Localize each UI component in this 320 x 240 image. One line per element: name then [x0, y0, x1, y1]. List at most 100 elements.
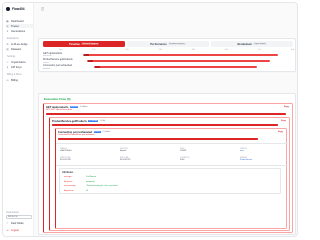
span-duration: 6.9s	[279, 132, 283, 134]
logout-icon: ⇥	[6, 229, 9, 232]
span-kind-badge: INTERNAL	[88, 119, 99, 123]
detail-value: 09:14:22.318	[60, 159, 71, 162]
divider	[56, 143, 288, 144]
span-header: ProductService.getProducts INTERNAL 1 ch…	[52, 120, 105, 123]
span-error-text: HTTP 500 · Internal Server Error	[46, 109, 73, 111]
timeline-row[interactable]: GET /api/products http.server Error	[43, 52, 293, 58]
detail-value: 6.89s	[180, 159, 185, 162]
generations-icon: ✦	[6, 29, 9, 33]
moon-icon: ☾	[6, 222, 9, 225]
axis-tick-label: 3.6s	[158, 49, 162, 51]
detail-value: a3f8c21d90e4	[60, 150, 72, 153]
axis-tick-label: 1.2s	[92, 49, 96, 51]
divider	[56, 165, 288, 166]
span-status: Error 8.2s	[284, 106, 289, 111]
attribute-key: error.type	[64, 176, 72, 178]
axis-tick-label: 4.8s	[191, 49, 195, 51]
logout-button[interactable]: ⇥ Logout	[6, 229, 19, 232]
axis-tick-label: 7.2s	[257, 49, 262, 51]
time-axis: 0ms 1.2s 2.4s 3.6s 4.8s 6.0s 7.2s 8.4s	[59, 49, 294, 51]
sidebar-item-label: LLM-as-Judge	[11, 42, 28, 46]
axis-tick-label: 0ms	[59, 49, 63, 51]
span-status: Error 7.7s	[281, 120, 286, 125]
logo-icon	[6, 7, 10, 11]
sidebar-item-label: Organization	[11, 60, 26, 64]
execution-flow-title: Execution Flow (3)	[44, 97, 71, 101]
sidebar-item-datasets[interactable]: ▤ Datasets	[6, 47, 33, 51]
detail-value: CLIENT	[180, 150, 187, 153]
timeline-bar[interactable]	[83, 53, 279, 56]
timeline-card: Timeline Waterfall diagram Performance D…	[38, 38, 296, 72]
sidebar-item-organization[interactable]: ⌂ Organization	[6, 60, 33, 64]
tab-timeline[interactable]: Timeline Waterfall diagram	[43, 41, 125, 47]
brand[interactable]: Flow404	[6, 7, 25, 11]
span-duration-bar	[52, 124, 278, 126]
tab-breakdown[interactable]: Breakdown Span details	[211, 41, 293, 47]
detail-status: STATUS error	[240, 148, 247, 152]
attribute-row: error.type PoolTimeout	[64, 176, 96, 178]
attribute-row: db.pool.size 20	[64, 190, 88, 192]
sidebar-item-label: Billing	[11, 78, 18, 82]
sidebar-item-label: Datasets	[11, 47, 22, 51]
sidebar-section-title: Evaluations	[7, 38, 19, 40]
timeline-bar-tag: Error	[94, 65, 100, 69]
judge-icon: ⚖	[6, 42, 9, 46]
billing-icon: ▭	[6, 78, 9, 82]
span-status: Error 6.9s	[278, 131, 283, 136]
org-label: Organization	[6, 212, 20, 214]
detail-span-id: SPAN ID a3f8c21d90e4	[60, 148, 71, 152]
main-content: Timeline Waterfall diagram Performance D…	[34, 3, 297, 236]
detail-value: db-pool	[120, 150, 126, 153]
detail-parent: PARENT ProductService	[240, 157, 252, 161]
sidebar-item-api-keys[interactable]: ⚷ API Keys	[6, 65, 33, 69]
sidebar-item-llm-as-judge[interactable]: ⚖ LLM-as-Judge	[6, 42, 33, 46]
timeline-bar[interactable]	[93, 66, 258, 69]
tab-label: Breakdown	[237, 42, 252, 46]
sidebar-item-generations[interactable]: ✦ Generations	[6, 29, 33, 33]
sidebar-section-title: Settings	[7, 56, 16, 58]
span-children-count: 3 children	[79, 106, 88, 108]
sidebar-item-label: Generations	[11, 29, 26, 33]
sidebar: Flow404 ▦ Dashboard ≋ Traces ✦ Generations Eva…	[3, 3, 34, 236]
sidebar-section-title: Billing & Plans	[7, 74, 22, 76]
attribute-value: 20	[86, 189, 88, 192]
attribute-value: postgresql	[86, 180, 95, 183]
app-window: Flow404 ▦ Dashboard ≋ Traces ✦ Generations Eva…	[2, 2, 298, 237]
attribute-value: PoolTimeout	[86, 176, 97, 178]
dark-mode-label: Dark Mode	[11, 222, 24, 225]
timeline-row[interactable]: ProductService.getProducts service Error	[43, 59, 293, 64]
sidebar-item-traces[interactable]: ≋ Traces	[6, 24, 33, 28]
traces-icon: ≋	[6, 24, 9, 28]
span-duration-bar	[46, 113, 286, 115]
timeline-row-sub: database	[43, 67, 51, 70]
span-kind-badge: CLIENT	[93, 130, 102, 134]
attribute-key: db.system	[64, 180, 73, 183]
timeline-row-sub: service	[43, 61, 49, 64]
organization-icon: ⌂	[6, 60, 9, 64]
dashboard-icon: ▦	[6, 19, 9, 23]
axis-tick-label: 6.0s	[224, 49, 229, 51]
logout-label: Logout	[11, 229, 19, 232]
execution-flow-panel: Execution Flow (3) GET /api/products SER…	[38, 93, 296, 235]
sidebar-item-label: Dashboard	[11, 19, 24, 23]
span-name: ProductService.getProducts	[52, 119, 87, 123]
span-duration-bar	[58, 138, 258, 140]
detail-value: ProductService	[240, 159, 253, 162]
brand-name: Flow404	[12, 7, 25, 11]
tab-performance[interactable]: Performance Duration analysis	[127, 41, 209, 47]
attribute-key: db.pool.size	[64, 189, 74, 192]
tab-sub: Waterfall diagram	[81, 43, 99, 45]
sidebar-item-dashboard[interactable]: ▦ Dashboard	[6, 19, 33, 23]
attribute-value: "Timed out waiting for a free connection…	[86, 185, 119, 187]
span-children-count: 0 children	[102, 131, 111, 133]
timeline-row[interactable]: Connection pool exhausted database Error	[43, 65, 293, 70]
org-select[interactable]: Acme Inc.	[6, 215, 32, 219]
dark-mode-toggle[interactable]: ☾ Dark Mode	[6, 222, 24, 225]
timeline-bar-tag: Error	[84, 53, 90, 56]
timeline-bar[interactable]	[87, 59, 270, 63]
attribute-row: error.message "Timed out waiting for a fr…	[64, 185, 118, 187]
sidebar-item-billing[interactable]: ▭ Billing	[6, 78, 33, 82]
attribute-key: error.message	[64, 185, 76, 187]
tab-label: Timeline	[69, 42, 80, 46]
timeline-bar-tag: Error	[88, 59, 94, 63]
